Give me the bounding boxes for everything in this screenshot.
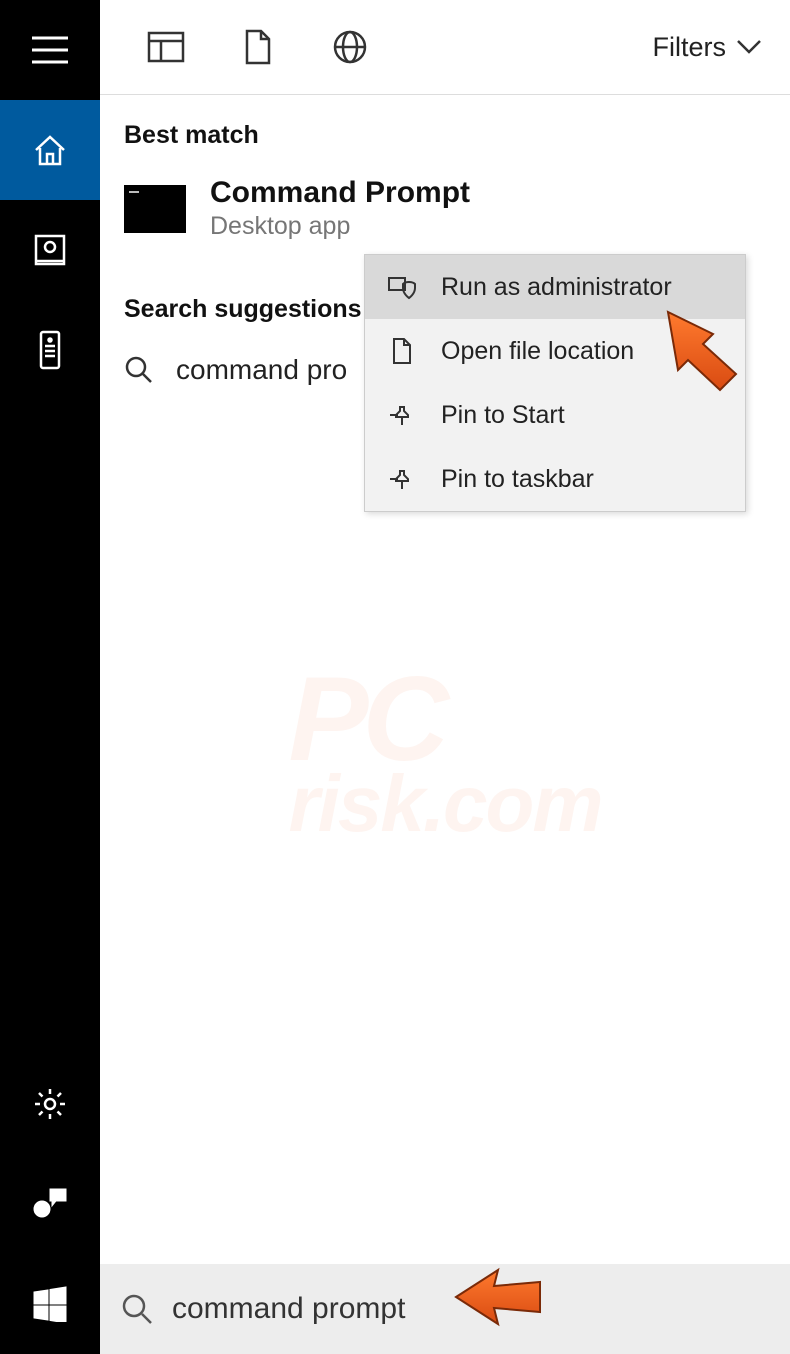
menu-run-as-administrator[interactable]: Run as administrator — [365, 255, 745, 319]
result-subtitle: Desktop app — [210, 212, 470, 241]
search-bar[interactable] — [100, 1264, 790, 1354]
menu-pin-to-start[interactable]: Pin to Start — [365, 383, 745, 447]
pin-icon — [385, 467, 419, 491]
best-match-label: Best match — [124, 121, 766, 150]
result-command-prompt[interactable]: Command Prompt Desktop app — [124, 172, 766, 259]
menu-open-file-location[interactable]: Open file location — [365, 319, 745, 383]
context-menu: Run as administrator Open file location … — [364, 254, 746, 512]
gear-icon — [32, 1086, 68, 1122]
menu-item-label: Run as administrator — [441, 273, 672, 302]
tab-documents[interactable] — [222, 12, 294, 82]
apps-icon — [147, 31, 185, 63]
search-input[interactable] — [172, 1292, 770, 1326]
result-title: Command Prompt — [210, 176, 470, 210]
globe-icon — [332, 29, 368, 65]
tab-web[interactable] — [314, 12, 386, 82]
windows-icon — [32, 1286, 68, 1322]
sidebar-menu-button[interactable] — [0, 0, 100, 100]
tab-apps[interactable] — [130, 12, 202, 82]
search-icon — [124, 355, 154, 385]
hamburger-icon — [32, 36, 68, 64]
pin-icon — [385, 403, 419, 427]
document-icon — [243, 29, 273, 65]
menu-item-label: Open file location — [441, 337, 634, 366]
filter-tabs-bar: Filters — [100, 0, 790, 95]
filters-label: Filters — [653, 32, 727, 63]
left-sidebar — [0, 0, 100, 1354]
menu-item-label: Pin to Start — [441, 401, 565, 430]
home-icon — [32, 132, 68, 168]
sidebar-photos-button[interactable] — [0, 200, 100, 300]
menu-item-label: Pin to taskbar — [441, 465, 594, 494]
watermark: PC risk.com — [288, 650, 601, 850]
sidebar-start-button[interactable] — [0, 1254, 100, 1354]
remote-icon — [39, 330, 61, 370]
main-panel: Filters PC risk.com Best match Command P… — [100, 0, 790, 1354]
start-search-panel: Filters PC risk.com Best match Command P… — [0, 0, 790, 1354]
photo-icon — [33, 233, 67, 267]
suggestion-text: command pro — [176, 354, 347, 386]
sidebar-settings-button[interactable] — [0, 1054, 100, 1154]
feedback-icon — [32, 1187, 68, 1221]
command-prompt-icon — [124, 185, 186, 233]
sidebar-home-button[interactable] — [0, 100, 100, 200]
search-icon — [120, 1292, 154, 1326]
file-icon — [385, 337, 419, 365]
sidebar-remote-button[interactable] — [0, 300, 100, 400]
sidebar-feedback-button[interactable] — [0, 1154, 100, 1254]
chevron-down-icon — [736, 39, 762, 55]
filters-dropdown[interactable]: Filters — [653, 32, 773, 63]
menu-pin-to-taskbar[interactable]: Pin to taskbar — [365, 447, 745, 511]
shield-icon — [385, 274, 419, 300]
